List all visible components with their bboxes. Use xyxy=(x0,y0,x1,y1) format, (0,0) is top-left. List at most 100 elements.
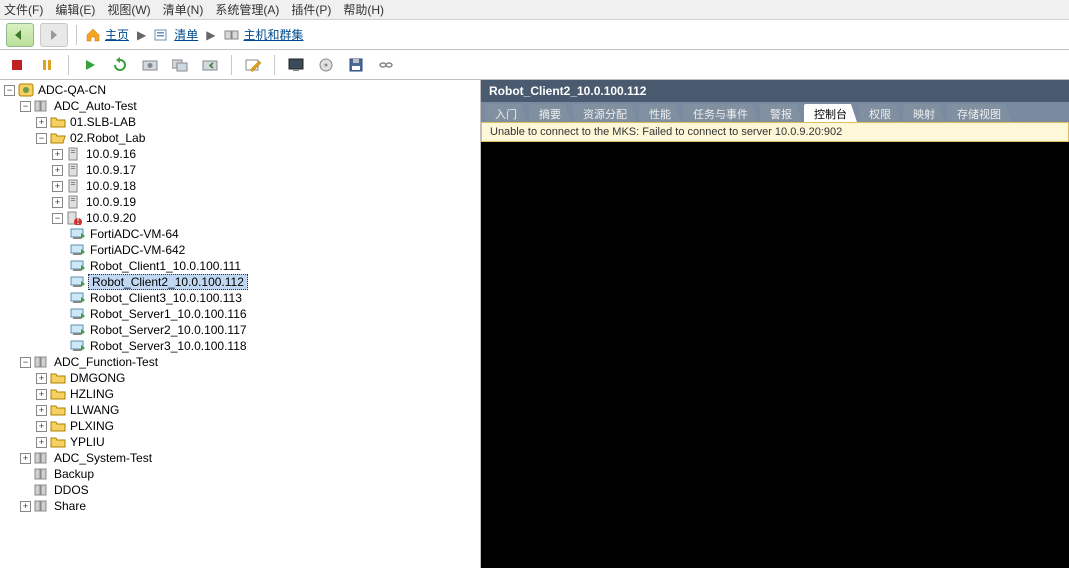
folder-icon xyxy=(50,371,66,385)
menu-help[interactable]: 帮助(H) xyxy=(343,1,384,18)
tree-vm[interactable]: Robot_Client3_10.0.100.113 xyxy=(4,290,480,306)
separator xyxy=(231,55,232,75)
console-error-message: Unable to connect to the MKS: Failed to … xyxy=(481,122,1069,142)
tab-summary[interactable]: 摘要 xyxy=(529,104,571,122)
tree-datacenter[interactable]: DDOS xyxy=(4,482,480,498)
tab-console[interactable]: 控制台 xyxy=(804,104,857,122)
expand-icon[interactable]: + xyxy=(52,197,63,208)
link-button[interactable] xyxy=(375,54,397,76)
expand-icon[interactable]: + xyxy=(20,453,31,464)
navigation-toolbar: 主页 ▶ 清单 ▶ 主机和群集 xyxy=(0,20,1069,50)
folder-icon xyxy=(50,435,66,449)
tree-host-20[interactable]: −!10.0.9.20 xyxy=(4,210,480,226)
tab-storage-views[interactable]: 存储视图 xyxy=(947,104,1011,122)
tree-folder[interactable]: +LLWANG xyxy=(4,402,480,418)
collapse-icon[interactable]: − xyxy=(52,213,63,224)
stop-button[interactable] xyxy=(6,54,28,76)
tree-host[interactable]: +10.0.9.19 xyxy=(4,194,480,210)
tree-datacenter[interactable]: +ADC_System-Test xyxy=(4,450,480,466)
tree-folder[interactable]: +YPLIU xyxy=(4,434,480,450)
edit-settings-button[interactable] xyxy=(242,54,264,76)
collapse-icon[interactable]: − xyxy=(20,357,31,368)
tab-alarms[interactable]: 警报 xyxy=(760,104,802,122)
console-button[interactable] xyxy=(285,54,307,76)
nav-back-button[interactable] xyxy=(6,23,34,47)
tab-getting-started[interactable]: 入门 xyxy=(485,104,527,122)
tree-datacenter[interactable]: Backup xyxy=(4,466,480,482)
vm-on-icon xyxy=(70,259,86,273)
collapse-icon[interactable]: − xyxy=(36,133,47,144)
tab-performance[interactable]: 性能 xyxy=(639,104,681,122)
detail-pane: Robot_Client2_10.0.100.112 入门 摘要 资源分配 性能… xyxy=(481,80,1069,568)
expand-icon[interactable]: + xyxy=(36,421,47,432)
tree-folder[interactable]: +PLXING xyxy=(4,418,480,434)
tree-folder-slb[interactable]: + 01.SLB-LAB xyxy=(4,114,480,130)
tree-folder[interactable]: +HZLING xyxy=(4,386,480,402)
tree-host[interactable]: +10.0.9.18 xyxy=(4,178,480,194)
revert-snapshot-button[interactable] xyxy=(199,54,221,76)
expand-icon[interactable]: + xyxy=(52,181,63,192)
tree-vm[interactable]: FortiADC-VM-642 xyxy=(4,242,480,258)
snapshot-manage-button[interactable] xyxy=(169,54,191,76)
expand-icon[interactable]: + xyxy=(52,165,63,176)
tree-host[interactable]: +10.0.9.16 xyxy=(4,146,480,162)
folder-icon xyxy=(50,387,66,401)
expand-icon[interactable]: + xyxy=(36,405,47,416)
tab-tasks-events[interactable]: 任务与事件 xyxy=(683,104,758,122)
menu-file[interactable]: 文件(F) xyxy=(4,1,43,18)
tree-folder[interactable]: +DMGONG xyxy=(4,370,480,386)
tab-resource-allocation[interactable]: 资源分配 xyxy=(573,104,637,122)
tree-datacenter[interactable]: +Share xyxy=(4,498,480,514)
refresh-button[interactable] xyxy=(109,54,131,76)
folder-open-icon xyxy=(50,131,66,145)
collapse-icon[interactable]: − xyxy=(20,101,31,112)
vm-on-icon xyxy=(70,243,86,257)
tree-vm[interactable]: Robot_Server3_10.0.100.118 xyxy=(4,338,480,354)
cd-button[interactable] xyxy=(315,54,337,76)
tree-vm-selected[interactable]: Robot_Client2_10.0.100.112 xyxy=(4,274,480,290)
datacenter-icon xyxy=(34,499,50,513)
nav-forward-button[interactable] xyxy=(40,23,68,47)
folder-icon xyxy=(50,403,66,417)
inventory-tree[interactable]: − ADC-QA-CN − ADC_Auto-Test + 01.SLB-LAB… xyxy=(0,80,481,568)
breadcrumb-home[interactable]: 主页 xyxy=(85,26,129,43)
console-viewport[interactable] xyxy=(481,142,1069,568)
datacenter-icon xyxy=(34,467,50,481)
tree-host[interactable]: +10.0.9.17 xyxy=(4,162,480,178)
breadcrumb-inventory[interactable]: 清单 xyxy=(154,26,198,43)
tree-root[interactable]: − ADC-QA-CN xyxy=(4,82,480,98)
tree-folder-robot[interactable]: − 02.Robot_Lab xyxy=(4,130,480,146)
separator xyxy=(76,25,77,45)
vm-on-icon xyxy=(70,227,86,241)
tree-vm[interactable]: Robot_Server1_10.0.100.116 xyxy=(4,306,480,322)
tab-permissions[interactable]: 权限 xyxy=(859,104,901,122)
host-icon xyxy=(66,147,82,161)
play-button[interactable] xyxy=(79,54,101,76)
expand-icon[interactable]: + xyxy=(36,117,47,128)
tree-datacenter[interactable]: −ADC_Function-Test xyxy=(4,354,480,370)
collapse-icon[interactable]: − xyxy=(4,85,15,96)
vm-on-icon xyxy=(70,307,86,321)
expand-icon[interactable]: + xyxy=(36,437,47,448)
menu-view[interactable]: 视图(W) xyxy=(107,1,150,18)
expand-icon[interactable]: + xyxy=(52,149,63,160)
menu-edit[interactable]: 编辑(E) xyxy=(55,1,95,18)
inventory-icon xyxy=(154,28,170,42)
menu-plugins[interactable]: 插件(P) xyxy=(291,1,331,18)
tab-maps[interactable]: 映射 xyxy=(903,104,945,122)
breadcrumb-hosts[interactable]: 主机和群集 xyxy=(224,26,304,43)
expand-icon[interactable]: + xyxy=(36,389,47,400)
host-icon xyxy=(66,179,82,193)
tree-datacenter[interactable]: − ADC_Auto-Test xyxy=(4,98,480,114)
floppy-button[interactable] xyxy=(345,54,367,76)
tree-vm[interactable]: Robot_Client1_10.0.100.111 xyxy=(4,258,480,274)
expand-icon[interactable]: + xyxy=(36,373,47,384)
datacenter-icon xyxy=(34,355,50,369)
tree-vm[interactable]: Robot_Server2_10.0.100.117 xyxy=(4,322,480,338)
tree-vm[interactable]: FortiADC-VM-64 xyxy=(4,226,480,242)
expand-icon[interactable]: + xyxy=(20,501,31,512)
snapshot-button[interactable] xyxy=(139,54,161,76)
menu-inventory[interactable]: 清单(N) xyxy=(163,1,204,18)
pause-button[interactable] xyxy=(36,54,58,76)
menu-system[interactable]: 系统管理(A) xyxy=(215,1,279,18)
